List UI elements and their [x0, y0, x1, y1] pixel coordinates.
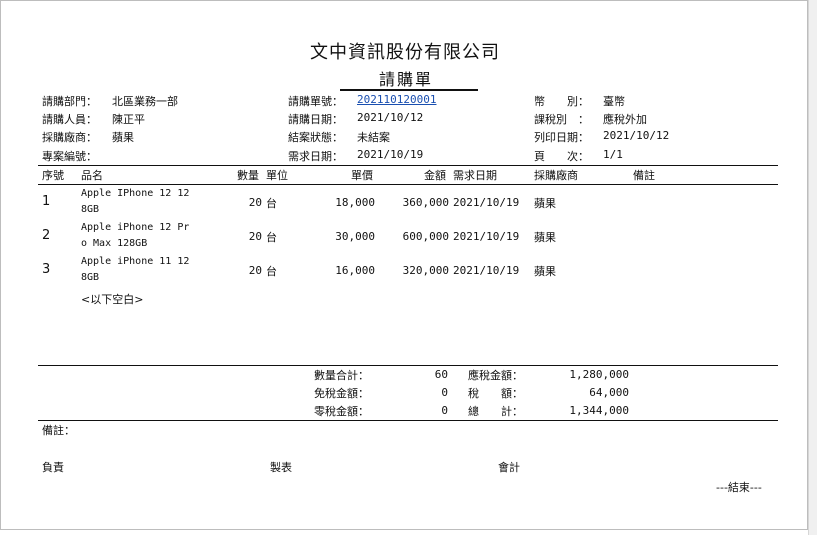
req-date-label: 請購日期： — [288, 113, 343, 126]
row-seq: 3 — [42, 262, 51, 277]
remark-label: 備註： — [42, 424, 75, 437]
grand-total-label: 總 計： — [468, 405, 523, 418]
close-status-value: 未結案 — [357, 131, 390, 144]
totals-bottom-rule — [38, 420, 778, 421]
vendor-label: 採購廠商： — [42, 131, 97, 144]
req-no-link[interactable]: 202110120001 — [357, 93, 436, 106]
row-name: Apple iPhone 12 Pro Max 128GB — [81, 222, 190, 249]
col-price: 單價 — [351, 169, 373, 182]
sign-accounting: 會計 — [498, 461, 520, 474]
close-status-label: 結案狀態： — [288, 131, 343, 144]
zerotax-value: 0 — [441, 404, 448, 417]
currency-value: 臺幣 — [603, 95, 625, 108]
table-header-rule — [38, 184, 778, 185]
col-unit: 單位 — [266, 169, 288, 182]
row-vendor: 蘋果 — [534, 231, 556, 244]
tax-value: 64,000 — [589, 386, 629, 399]
taxfree-value: 0 — [441, 386, 448, 399]
dept-value: 北區業務一部 — [112, 95, 178, 108]
row-name: Apple iPhone 11 128GB — [81, 256, 190, 283]
row-vendor: 蘋果 — [534, 265, 556, 278]
row-need-date: 2021/10/19 — [453, 196, 520, 209]
req-date-value: 2021/10/12 — [357, 111, 424, 124]
col-name: 品名 — [81, 169, 103, 182]
print-date-value: 2021/10/12 — [603, 129, 670, 142]
req-no-label: 請購單號： — [288, 95, 343, 108]
taxable-value: 1,280,000 — [569, 368, 629, 381]
requester-label: 請購人員： — [42, 113, 97, 126]
row-vendor: 蘋果 — [534, 197, 556, 210]
project-label: 專案編號： — [42, 150, 97, 163]
row-price: 30,000 — [335, 230, 375, 243]
row-name: Apple IPhone 12 128GB — [81, 188, 190, 215]
currency-label: 幣 別： — [534, 95, 589, 108]
table-top-rule — [38, 165, 778, 166]
row-unit: 台 — [266, 231, 277, 244]
row-qty: 20 — [248, 196, 262, 209]
dept-label: 請購部門： — [42, 95, 97, 108]
title-underline — [340, 89, 478, 91]
row-amount: 360,000 — [402, 196, 449, 209]
page-label: 頁 次： — [534, 150, 589, 163]
print-date-label: 列印日期： — [534, 131, 589, 144]
grand-total-value: 1,344,000 — [569, 404, 629, 417]
page-value: 1/1 — [603, 148, 623, 161]
col-seq: 序號 — [42, 169, 64, 182]
document-title: 請購單 — [379, 70, 434, 89]
row-qty: 20 — [248, 230, 262, 243]
qty-total-label: 數量合計： — [314, 369, 369, 382]
vertical-scrollbar[interactable] — [808, 0, 817, 535]
need-date-label: 需求日期： — [288, 150, 343, 163]
sign-responsible: 負責 — [42, 461, 64, 474]
row-need-date: 2021/10/19 — [453, 230, 520, 243]
end-mark: ---結束--- — [716, 481, 762, 494]
row-need-date: 2021/10/19 — [453, 264, 520, 277]
row-price: 16,000 — [335, 264, 375, 277]
tax-type-value: 應稅外加 — [603, 113, 647, 126]
row-seq: 2 — [42, 228, 51, 243]
sign-maker: 製表 — [270, 461, 292, 474]
tax-label: 稅 額： — [468, 387, 523, 400]
vendor-value: 蘋果 — [112, 131, 134, 144]
row-unit: 台 — [266, 265, 277, 278]
taxable-label: 應稅金額： — [468, 369, 523, 382]
row-amount: 600,000 — [402, 230, 449, 243]
row-qty: 20 — [248, 264, 262, 277]
col-vendor: 採購廠商 — [534, 169, 578, 182]
taxfree-label: 免稅金額： — [314, 387, 369, 400]
row-price: 18,000 — [335, 196, 375, 209]
requester-value: 陳正平 — [112, 113, 145, 126]
col-amount: 金額 — [424, 169, 446, 182]
col-qty: 數量 — [237, 169, 259, 182]
col-need-date: 需求日期 — [453, 169, 497, 182]
totals-top-rule — [38, 365, 778, 366]
need-date-value: 2021/10/19 — [357, 148, 424, 161]
blank-below-note: <以下空白> — [81, 293, 144, 306]
zerotax-label: 零稅金額： — [314, 405, 369, 418]
qty-total-value: 60 — [434, 368, 448, 381]
tax-type-label: 課稅別 ： — [534, 113, 589, 126]
row-amount: 320,000 — [402, 264, 449, 277]
row-unit: 台 — [266, 197, 277, 210]
row-seq: 1 — [42, 194, 51, 209]
col-note: 備註 — [633, 169, 655, 182]
company-name: 文中資訊股份有限公司 — [310, 42, 500, 63]
